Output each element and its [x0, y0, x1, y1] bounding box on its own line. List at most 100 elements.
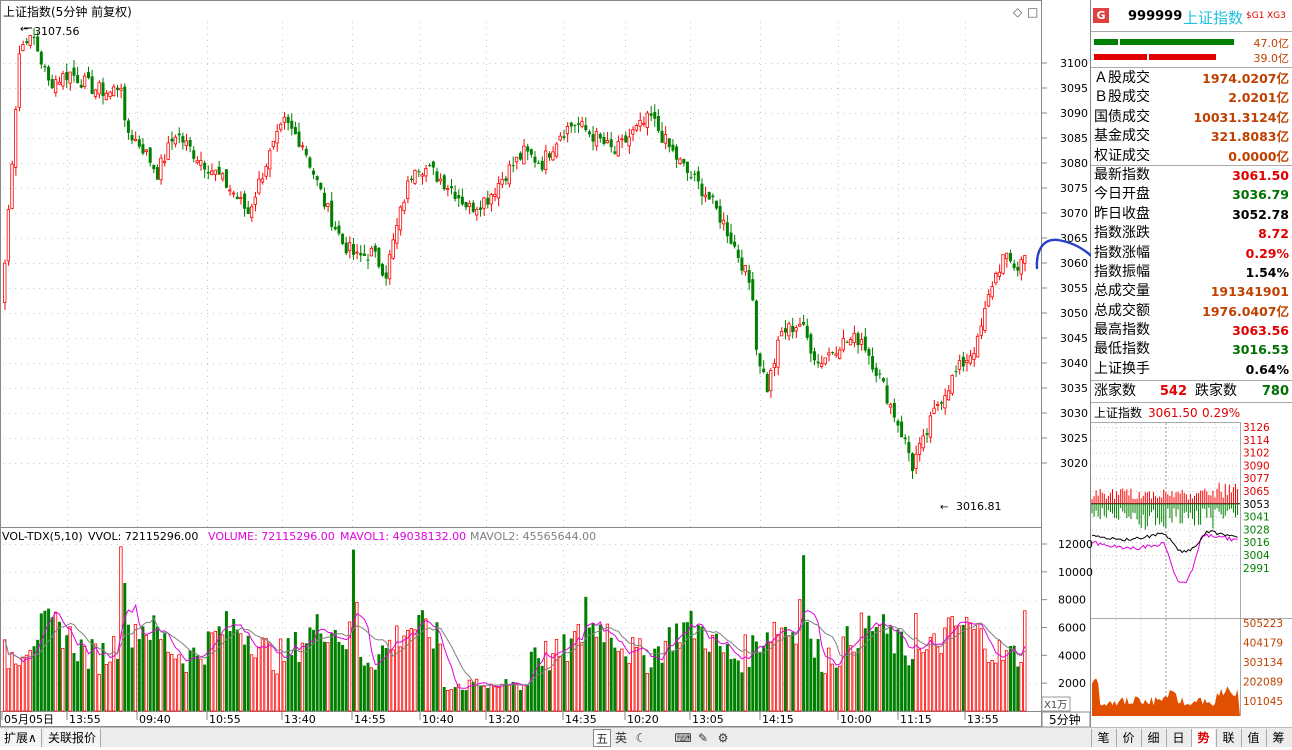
grid-dot [171, 313, 172, 314]
grid-dot [615, 438, 616, 439]
grid-dot [965, 340, 966, 341]
grid-dot [137, 508, 138, 509]
grid-dot [423, 188, 424, 189]
grid-dot [1035, 313, 1036, 314]
grid-dot [760, 430, 761, 431]
grid-dot [165, 438, 166, 439]
grid-dot [1035, 138, 1036, 139]
grid-dot [381, 413, 382, 414]
grid-dot [867, 88, 868, 89]
grid-dot [981, 388, 982, 389]
grid-dot [625, 376, 626, 377]
grid-dot [291, 163, 292, 164]
grid-dot [639, 238, 640, 239]
grid-dot [243, 313, 244, 314]
grid-dot [67, 280, 68, 281]
grid-dot [867, 288, 868, 289]
grid-dot [417, 438, 418, 439]
grid-dot [249, 388, 250, 389]
grid-dot [591, 572, 592, 573]
grid-dot [898, 124, 899, 125]
grid-dot [963, 188, 964, 189]
grid-dot [965, 556, 966, 557]
grid-dot [282, 424, 283, 425]
grid-dot [123, 463, 124, 464]
grid-dot [753, 188, 754, 189]
grid-dot [420, 250, 421, 251]
grid-dot [405, 313, 406, 314]
grid-dot [486, 286, 487, 287]
grid-dot [297, 88, 298, 89]
grid-dot [690, 184, 691, 185]
grid-dot [633, 188, 634, 189]
grid-dot [387, 188, 388, 189]
grid-dot [279, 363, 280, 364]
grid-dot [441, 388, 442, 389]
grid-dot [339, 313, 340, 314]
grid-dot [352, 328, 353, 329]
grid-dot [945, 288, 946, 289]
grid-dot [783, 263, 784, 264]
grid-dot [891, 388, 892, 389]
grid-dot [67, 508, 68, 509]
grid-dot [137, 40, 138, 41]
grid-dot [67, 328, 68, 329]
grid-dot [543, 263, 544, 264]
grid-dot [838, 52, 839, 53]
grid-dot [690, 406, 691, 407]
grid-dot [1017, 313, 1018, 314]
grid-dot [141, 600, 142, 601]
grid-dot [965, 574, 966, 575]
grid-dot [987, 213, 988, 214]
grid-dot [690, 142, 691, 143]
grid-dot [405, 600, 406, 601]
grid-dot [352, 232, 353, 233]
grid-dot [207, 154, 208, 155]
grid-dot [783, 572, 784, 573]
grid-dot [609, 438, 610, 439]
grid-dot [177, 438, 178, 439]
grid-dot [993, 572, 994, 573]
grid-dot [435, 113, 436, 114]
grid-dot [9, 438, 10, 439]
grid-dot [609, 338, 610, 339]
grid-dot [249, 313, 250, 314]
grid-dot [965, 394, 966, 395]
grid-dot [207, 214, 208, 215]
grid-dot [189, 463, 190, 464]
grid-dot [93, 363, 94, 364]
grid-dot [549, 163, 550, 164]
grid-dot [690, 154, 691, 155]
grid-dot [783, 363, 784, 364]
grid-dot [760, 280, 761, 281]
grid-dot [963, 63, 964, 64]
grid-dot [969, 163, 970, 164]
grid-dot [327, 438, 328, 439]
grid-dot [387, 138, 388, 139]
grid-dot [489, 388, 490, 389]
grid-dot [435, 363, 436, 364]
grid-dot [267, 88, 268, 89]
grid-dot [753, 63, 754, 64]
grid-dot [291, 338, 292, 339]
grid-dot [939, 88, 940, 89]
grid-dot [597, 544, 598, 545]
grid-dot [137, 304, 138, 305]
grid-dot [501, 88, 502, 89]
grid-dot [137, 148, 138, 149]
grid-dot [537, 600, 538, 601]
grid-dot [663, 463, 664, 464]
grid-dot [352, 202, 353, 203]
grid-dot [513, 263, 514, 264]
grid-dot [969, 113, 970, 114]
grid-dot [33, 238, 34, 239]
grid-dot [945, 188, 946, 189]
grid-dot [759, 288, 760, 289]
grid-dot [867, 63, 868, 64]
grid-dot [381, 463, 382, 464]
grid-dot [420, 280, 421, 281]
grid-dot [729, 213, 730, 214]
grid-dot [453, 213, 454, 214]
grid-dot [352, 430, 353, 431]
grid-dot [207, 508, 208, 509]
